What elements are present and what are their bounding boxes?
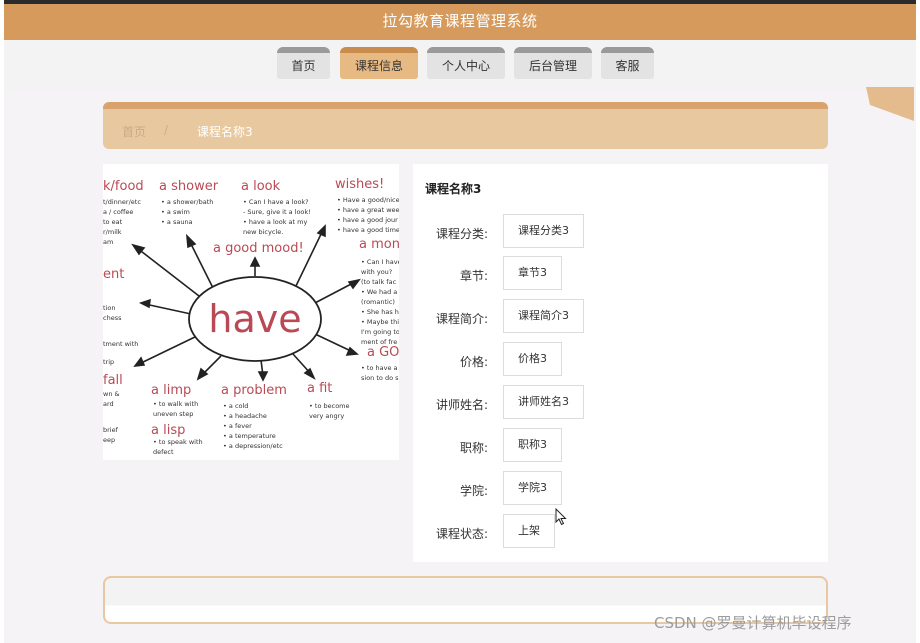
note-shower-1: • a shower/bath (161, 198, 213, 206)
field-label-price: 价格: (459, 355, 488, 369)
field-value-title: 职称3 (503, 428, 562, 462)
note-food-2: a / coffee (103, 208, 133, 216)
note-mon-1: • Can I have (361, 258, 399, 266)
note-wishes-2: • have a great wee (337, 206, 399, 214)
note-mon-2: with you? (361, 268, 392, 276)
note-fall-2: trip (103, 358, 114, 366)
field-label-status: 课程状态: (435, 527, 488, 541)
note-limp-2: uneven step (153, 410, 193, 418)
phrase-mon: a mon (359, 237, 399, 252)
note-food-5: am (103, 238, 113, 246)
note-mon-9: ment of fre (361, 338, 397, 346)
note-mon-7: • Maybe thi (361, 318, 399, 326)
note-fit-2: very angry (309, 412, 344, 420)
field-label-college: 学院: (459, 484, 488, 498)
course-detail-card: 课程名称3 课程分类: 课程分类3 章节: 章节3 课程简介: 课程简介3 价格… (413, 164, 828, 562)
field-value-status: 上架 (503, 514, 555, 548)
breadcrumb-current: 课程名称3 (197, 125, 253, 139)
phrase-lisp: a lisp (151, 423, 185, 438)
note-fall-3: wn & (103, 390, 120, 398)
note-ent-2: chess (103, 314, 122, 322)
main-nav: 首页 课程信息 个人中心 后台管理 客服 (4, 40, 916, 90)
phrase-shower: a shower (159, 179, 219, 194)
note-shower-2: • a swim (161, 208, 190, 216)
note-look-1: • Can I have a look? (243, 198, 309, 206)
note-lisp-1: • to speak with (153, 438, 203, 446)
phrase-limp: a limp (151, 383, 191, 398)
nav-item-home[interactable]: 首页 (277, 47, 330, 79)
note-food-1: t/dinner/etc (103, 198, 141, 206)
note-go-1: • to have a g (361, 364, 399, 372)
note-look-2: - Sure, give it a look! (243, 208, 311, 216)
nav-item-admin[interactable]: 后台管理 (514, 47, 592, 79)
note-fall-1: tment with (103, 340, 138, 348)
note-fit-1: • to become (309, 402, 350, 410)
field-value-chapter: 章节3 (503, 256, 562, 290)
mouse-cursor-icon (555, 508, 567, 526)
field-value-teacher: 讲师姓名3 (503, 385, 584, 419)
watermark: CSDN @罗曼计算机毕设程序 (654, 614, 852, 632)
note-mon-3: (to talk fac (361, 278, 397, 286)
corner-decoration (866, 87, 914, 121)
note-problem-5: • a depression/etc (223, 442, 283, 450)
phrase-good-mood: a good mood! (213, 241, 304, 256)
note-wishes-4: • have a good time (337, 226, 399, 234)
note-wishes-1: • Have a good/nice (337, 196, 399, 204)
note-mon-4: • We had a (361, 288, 397, 296)
breadcrumb-separator: / (164, 123, 169, 137)
note-fall-6: eep (103, 436, 115, 444)
phrase-fall: fall (103, 373, 123, 388)
phrase-look: a look (241, 179, 281, 194)
field-value-intro: 课程简介3 (503, 299, 584, 333)
field-label-category: 课程分类: (435, 227, 488, 241)
field-value-college: 学院3 (503, 471, 562, 505)
breadcrumb-home[interactable]: 首页 (122, 123, 146, 140)
phrase-fit: a fit (307, 381, 332, 396)
note-fall-4: ard (103, 400, 114, 408)
field-label-chapter: 章节: (459, 269, 488, 283)
note-food-3: to eat (103, 218, 123, 226)
phrase-wishes: wishes! (335, 177, 384, 192)
note-look-3: • have a look at my (243, 218, 307, 226)
note-mon-6: • She has he (361, 308, 399, 316)
course-title: 课程名称3 (425, 182, 482, 196)
note-go-2: sion to do s (361, 374, 399, 382)
breadcrumb: 首页 / 课程名称3 (103, 102, 828, 149)
phrase-go: a GO! (367, 345, 399, 360)
field-label-title: 职称: (459, 441, 488, 455)
app-title: 拉勾教育课程管理系统 (382, 12, 538, 30)
field-label-teacher: 讲师姓名: (435, 398, 488, 412)
note-shower-3: • a sauna (161, 218, 193, 226)
phrase-ent: ent (103, 267, 124, 282)
note-lisp-2: defect (153, 448, 174, 456)
note-mon-5: (romantic) (361, 298, 395, 306)
note-problem-4: • a temperature (223, 432, 276, 440)
note-mon-8: I'm going to (361, 328, 399, 336)
note-ent-1: tion (103, 304, 115, 312)
note-problem-3: • a fever (223, 422, 252, 430)
app-header: 拉勾教育课程管理系统 (4, 4, 916, 40)
course-image: have k/food a shower a look wishes! a go… (103, 164, 399, 460)
field-value-category: 课程分类3 (503, 214, 584, 248)
note-food-4: r/milk (103, 228, 122, 236)
field-value-price: 价格3 (503, 342, 562, 376)
field-label-intro: 课程简介: (435, 312, 488, 326)
note-problem-1: • a cold (223, 402, 248, 410)
note-look-4: new bicycle. (243, 228, 283, 236)
nav-item-personal-center[interactable]: 个人中心 (427, 47, 505, 79)
note-problem-2: • a headache (223, 412, 267, 420)
nav-item-customer-service[interactable]: 客服 (601, 47, 654, 79)
nav-item-course-info[interactable]: 课程信息 (340, 47, 418, 79)
phrase-problem: a problem (221, 383, 287, 398)
note-fall-5: brief (103, 426, 119, 434)
note-wishes-3: • have a good jour (337, 216, 398, 224)
note-limp-1: • to walk with (153, 400, 198, 408)
center-word: have (208, 297, 301, 341)
phrase-food: k/food (103, 179, 144, 194)
